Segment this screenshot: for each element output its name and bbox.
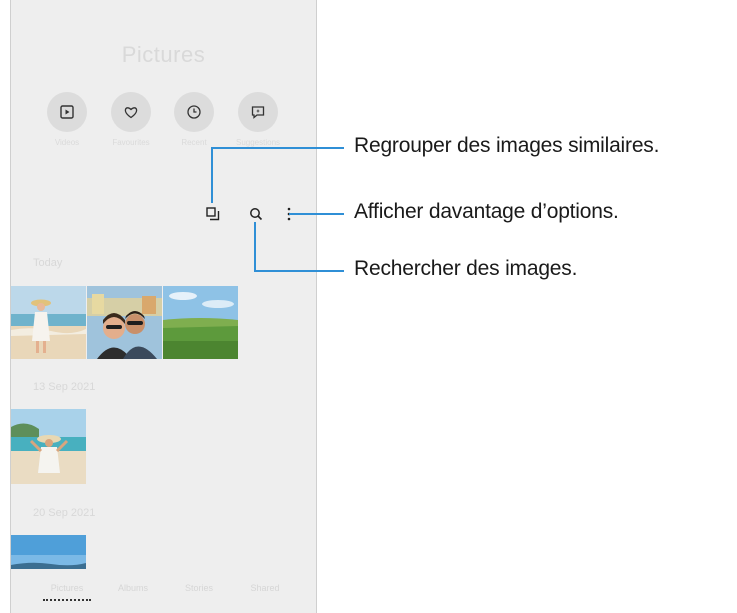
videos-label: Videos xyxy=(54,138,80,147)
videos-button[interactable] xyxy=(47,92,87,132)
callout-more-options: Afficher davantage d’options. xyxy=(354,200,619,223)
section-date-3: 20 Sep 2021 xyxy=(33,507,96,519)
favourites-button[interactable] xyxy=(111,92,151,132)
group-similar-icon[interactable] xyxy=(204,205,222,223)
clock-icon xyxy=(187,105,201,119)
photo-green-field[interactable] xyxy=(163,286,238,359)
recent-button[interactable] xyxy=(174,92,214,132)
callout-line-group-horizontal xyxy=(211,147,344,149)
photo-beach-woman[interactable] xyxy=(11,286,86,359)
bottom-navigation: Pictures Albums Stories Shared xyxy=(11,583,316,601)
callout-line-search-vertical xyxy=(254,222,256,272)
suggestions-button[interactable] xyxy=(238,92,278,132)
sparkle-chat-icon xyxy=(251,106,265,119)
callout-search: Rechercher des images. xyxy=(354,257,578,280)
suggestions-label: Suggestions xyxy=(235,138,281,147)
callout-line-group-vertical xyxy=(211,147,213,203)
callout-group-similar: Regrouper des images similaires. xyxy=(354,134,660,157)
tab-albums[interactable]: Albums xyxy=(103,583,163,593)
tab-pictures[interactable]: Pictures xyxy=(37,583,97,593)
callout-line-search-horizontal xyxy=(254,270,344,272)
phone-screen: Pictures Videos Favourites Recent Sugges… xyxy=(10,0,317,613)
callout-line-more-horizontal xyxy=(289,213,344,215)
search-icon[interactable] xyxy=(247,205,265,223)
favourites-label: Favourites xyxy=(112,138,150,147)
selected-tab-indicator xyxy=(43,599,91,601)
photo-couple-selfie[interactable] xyxy=(87,286,162,359)
heart-icon xyxy=(124,107,138,119)
section-date-2: 13 Sep 2021 xyxy=(33,381,96,393)
photo-beach-hat[interactable] xyxy=(11,409,86,484)
section-date-today: Today xyxy=(33,257,63,269)
app-title: Pictures xyxy=(121,42,206,67)
photo-sky[interactable] xyxy=(11,535,86,569)
recent-label: Recent xyxy=(181,138,207,147)
tab-shared[interactable]: Shared xyxy=(235,583,295,593)
tab-stories[interactable]: Stories xyxy=(169,583,229,593)
play-box-icon xyxy=(60,105,74,119)
